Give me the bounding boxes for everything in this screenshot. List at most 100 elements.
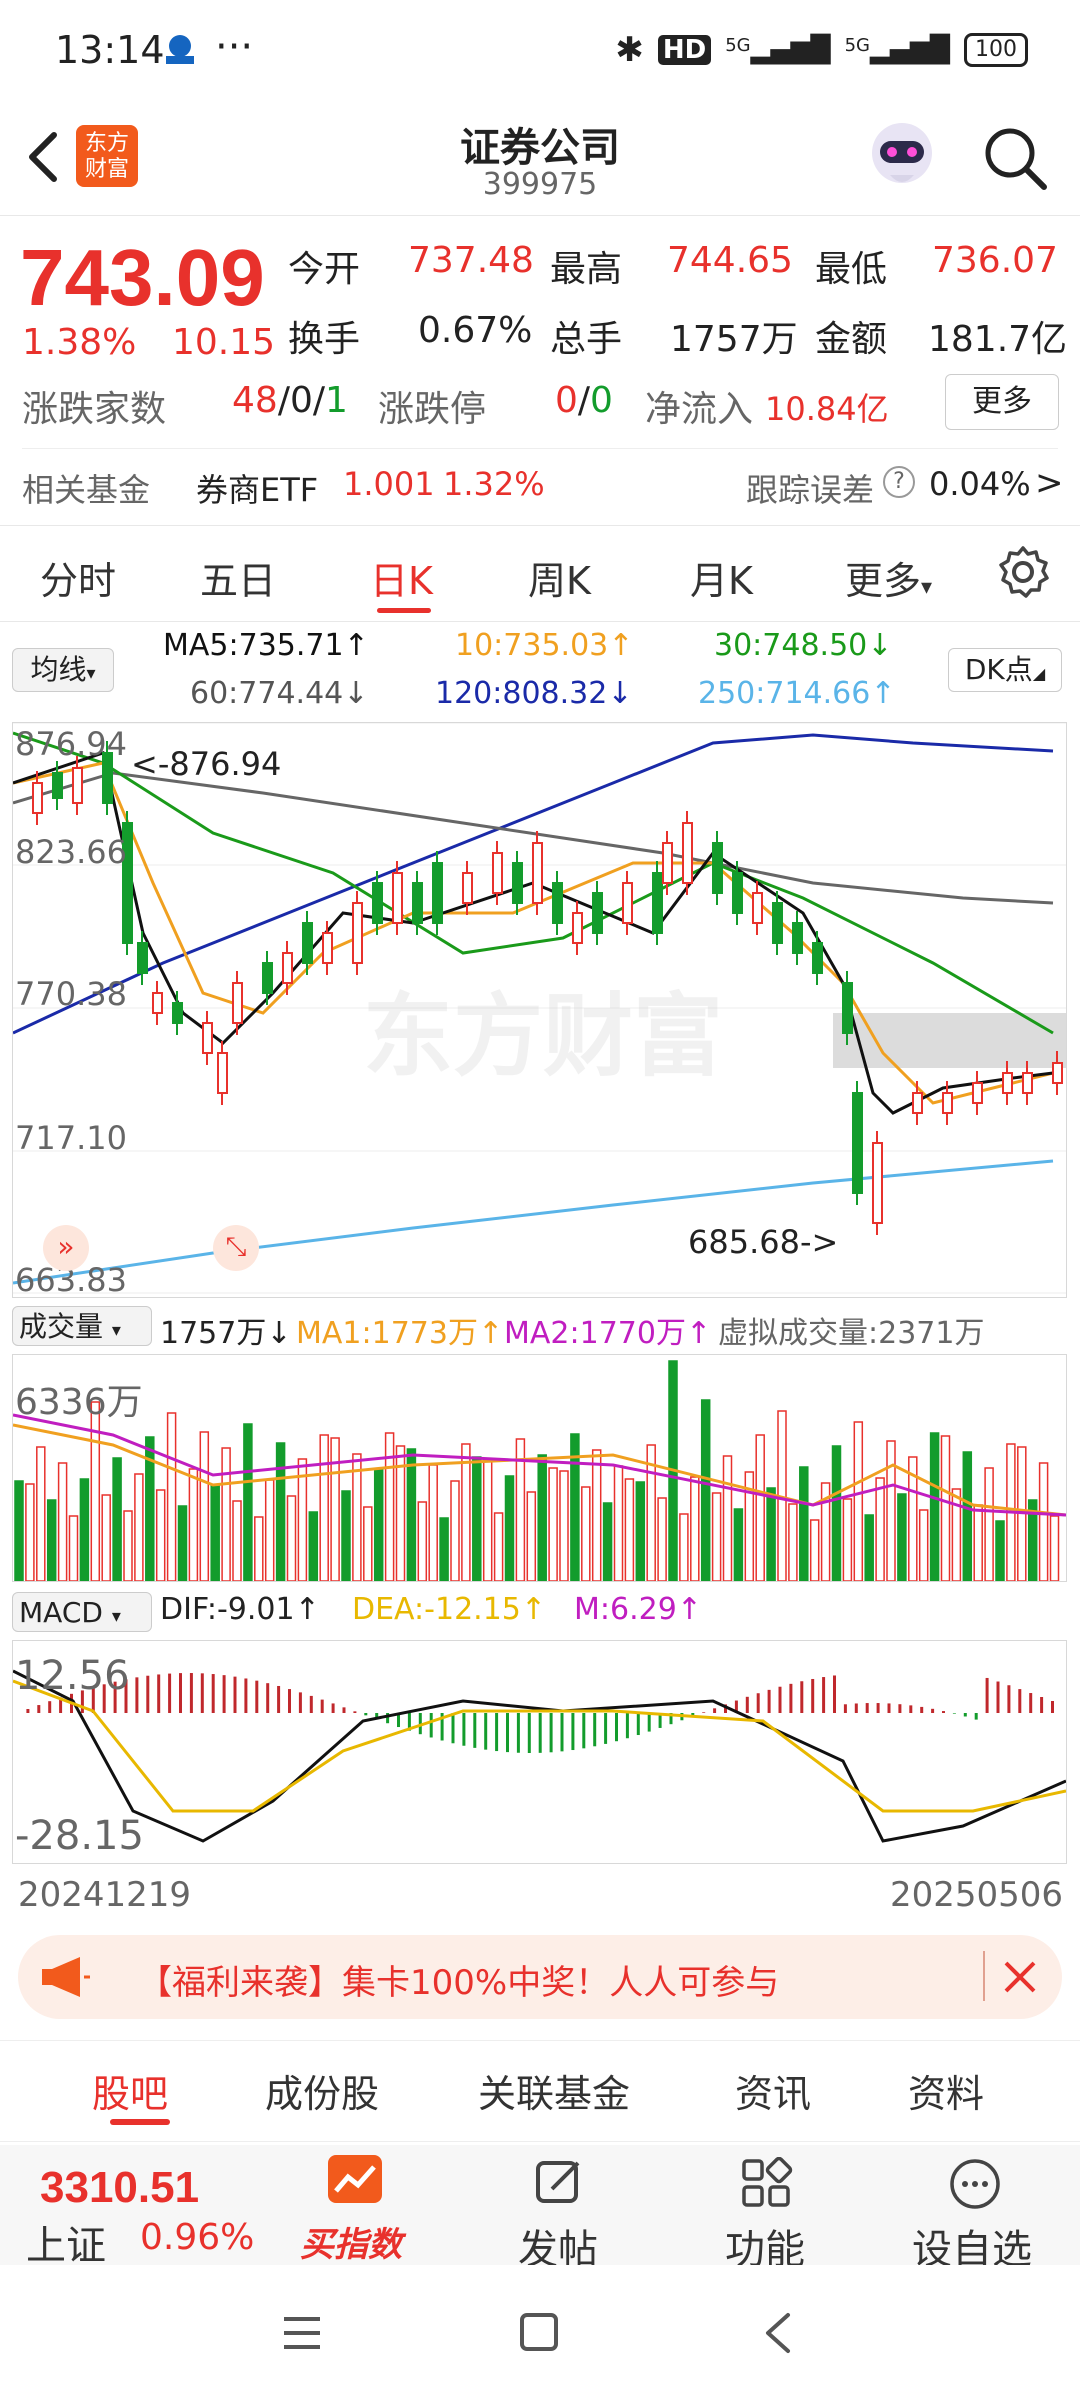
index-pct: 0.96% — [140, 2217, 255, 2258]
back-nav-icon[interactable] — [758, 2309, 798, 2357]
status-icons: ✱ HD 5G▂▄▆█ 5G▂▄▆█ 100 — [615, 30, 1028, 70]
volume-bar — [254, 1516, 264, 1581]
fund-name[interactable]: 券商ETF — [196, 465, 318, 511]
candle — [912, 1092, 923, 1114]
volume-bar — [929, 1432, 940, 1581]
volume-bar — [330, 1437, 340, 1581]
volume-bar — [635, 1481, 646, 1581]
tab-monthly-k[interactable]: 月K — [690, 550, 753, 605]
volume-selector[interactable]: 成交量 ▾ — [12, 1306, 152, 1346]
header: 证券公司 399975 — [0, 105, 1080, 216]
fullscreen-icon[interactable]: ⤡ — [213, 1225, 259, 1271]
tab-profile[interactable]: 资料 — [908, 2063, 984, 2118]
change-value: 10.15 — [172, 322, 276, 363]
volume-ma2: MA2:1770万↑ — [504, 1316, 712, 1351]
candle — [262, 962, 273, 994]
updown-label: 涨跌家数 — [22, 389, 167, 430]
close-icon[interactable] — [998, 1955, 1042, 1999]
volume-bar — [581, 1486, 591, 1581]
candle — [462, 872, 473, 904]
tab-weekly-k[interactable]: 周K — [528, 550, 591, 605]
y-label-2: 770.38 — [15, 975, 127, 1013]
ma250-value: 250:714.66↑ — [698, 676, 896, 711]
more-button[interactable]: 更多 — [945, 374, 1059, 430]
volume-bar — [112, 1457, 122, 1581]
volume-bar — [984, 1467, 994, 1581]
search-icon[interactable] — [980, 123, 1052, 195]
volume-bar — [14, 1480, 24, 1581]
dk-point-button[interactable]: DK点◢ — [948, 648, 1062, 692]
home-icon[interactable] — [518, 2311, 562, 2355]
volume-bar — [461, 1443, 471, 1581]
tracking-error-label: 跟踪误差 — [746, 471, 875, 509]
volume-bar — [788, 1503, 798, 1581]
buy-index-button[interactable]: 买指数 — [300, 2217, 402, 2266]
ma-selector[interactable]: 均线▾ — [12, 648, 114, 692]
signal-2-icon: 5G▂▄▆█ — [844, 35, 950, 65]
volume-value: 1757万 — [670, 319, 798, 360]
edit-post-icon — [534, 2157, 584, 2207]
tab-more[interactable]: 更多▾ — [845, 550, 932, 605]
tab-intraday[interactable]: 分时 — [40, 550, 116, 605]
volume-bar — [897, 1493, 907, 1581]
volume-bar — [973, 1504, 983, 1581]
tab-news[interactable]: 资讯 — [735, 2063, 811, 2118]
tab-constituents[interactable]: 成份股 — [265, 2063, 379, 2118]
volume-bar — [341, 1490, 351, 1581]
volume-bar — [831, 1445, 842, 1581]
candle — [852, 1092, 863, 1194]
candle — [1052, 1062, 1063, 1084]
candle — [512, 862, 523, 904]
volume-y-label: 6336万 — [15, 1382, 143, 1423]
candle — [572, 912, 583, 944]
volume-bar — [766, 1487, 776, 1581]
help-icon[interactable]: ? — [883, 466, 915, 498]
robot-avatar-icon[interactable] — [862, 115, 942, 195]
volume-bar — [68, 1515, 79, 1581]
change-pct: 1.38% — [22, 322, 137, 363]
macd-selector[interactable]: MACD ▾ — [12, 1592, 152, 1632]
volume-bar — [472, 1456, 482, 1581]
high-marker: <-876.94 — [131, 745, 282, 783]
candle — [1022, 1072, 1033, 1094]
expand-right-icon[interactable]: » — [43, 1225, 89, 1271]
index-name[interactable]: 上证 — [26, 2213, 106, 2271]
volume-bar — [177, 1505, 188, 1581]
candle — [492, 852, 503, 894]
hd-icon: HD — [657, 35, 712, 65]
volume-bar — [384, 1432, 395, 1581]
tab-related-funds[interactable]: 关联基金 — [478, 2063, 630, 2118]
related-fund-label: 相关基金 — [22, 471, 151, 509]
tab-five-day[interactable]: 五日 — [200, 550, 276, 605]
macd-y-top: 12.56 — [15, 1653, 130, 1699]
menu-icon[interactable] — [280, 2313, 324, 2353]
volume-bar — [232, 1500, 242, 1581]
ma120-value: 120:808.32↓ — [435, 676, 633, 711]
volume-bar — [962, 1451, 973, 1581]
bluetooth-icon: ✱ — [615, 30, 644, 70]
candle — [52, 772, 63, 799]
volume-bar — [428, 1464, 438, 1581]
promo-banner[interactable]: 【福利来袭】集卡100%中奖！人人可参与 — [18, 1935, 1062, 2019]
volume-bar — [493, 1512, 504, 1581]
chevron-right-icon[interactable]: > — [1035, 463, 1064, 503]
volume-bar — [526, 1491, 537, 1581]
candle — [712, 842, 723, 894]
amount-value: 181.7亿 — [928, 319, 1068, 360]
volume-bar — [36, 1446, 46, 1581]
volume-bar — [57, 1462, 68, 1581]
candle — [842, 982, 853, 1034]
macd-chart[interactable]: 12.56 -28.15 — [12, 1640, 1067, 1864]
tab-daily-k[interactable]: 日K — [370, 550, 433, 605]
settings-gear-icon[interactable] — [995, 544, 1051, 600]
volume-bar — [417, 1501, 428, 1581]
volume-bar — [842, 1498, 853, 1581]
macd-dif: DIF:-9.01↑ — [160, 1592, 320, 1627]
volume-bar — [482, 1459, 493, 1581]
volume-chart[interactable]: 6336万 — [12, 1354, 1067, 1582]
volume-bar — [679, 1513, 689, 1581]
kline-chart[interactable]: 东方财富 876.94 823.66 770.38 717.10 663.83 … — [12, 722, 1067, 1299]
tab-guba[interactable]: 股吧 — [92, 2063, 168, 2118]
volume-bar — [995, 1520, 1005, 1581]
index-value[interactable]: 3310.51 — [40, 2163, 199, 2213]
